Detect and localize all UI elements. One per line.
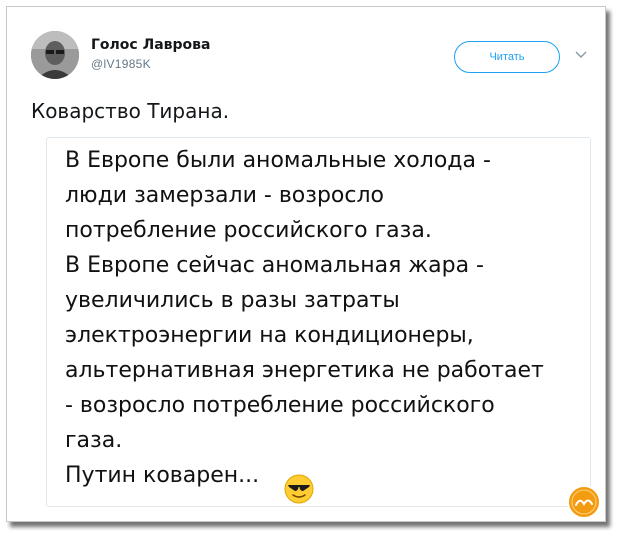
quote-line: газа. xyxy=(65,428,123,453)
tweet-screenshot-frame: Голос Лаврова @lV1985K Читать Коварство … xyxy=(6,6,606,522)
display-name[interactable]: Голос Лаврова xyxy=(91,37,210,53)
quote-line: альтернативная энергетика не работает xyxy=(65,358,544,383)
quote-line: потребление российского газа. xyxy=(65,218,432,243)
quote-line: электроэнергии на кондиционеры, xyxy=(65,323,474,348)
avatar[interactable] xyxy=(31,31,79,79)
avatar-portrait-icon xyxy=(31,31,79,79)
quote-line: В Европе сейчас аномальная жара - xyxy=(65,253,484,278)
quote-line: увеличились в разы затраты xyxy=(65,288,400,313)
follow-button[interactable]: Читать xyxy=(454,41,560,73)
quote-line: люди замерзали - возросло xyxy=(65,183,384,208)
quote-line: Путин коварен... xyxy=(65,463,260,488)
chevron-down-icon[interactable] xyxy=(574,47,588,61)
account-handle[interactable]: @lV1985K xyxy=(91,57,151,71)
tweet-text: Коварство Тирана. xyxy=(31,99,230,123)
quoted-image-card[interactable]: В Европе были аномальные холода - люди з… xyxy=(46,137,591,507)
quote-line: - возросло потребление российского xyxy=(65,393,495,418)
sunglasses-emoji-icon xyxy=(284,474,314,504)
quote-line: В Европе были аномальные холода - xyxy=(65,148,491,173)
tweet-header: Голос Лаврова @lV1985K Читать xyxy=(31,29,591,89)
watermark-logo xyxy=(567,485,601,519)
